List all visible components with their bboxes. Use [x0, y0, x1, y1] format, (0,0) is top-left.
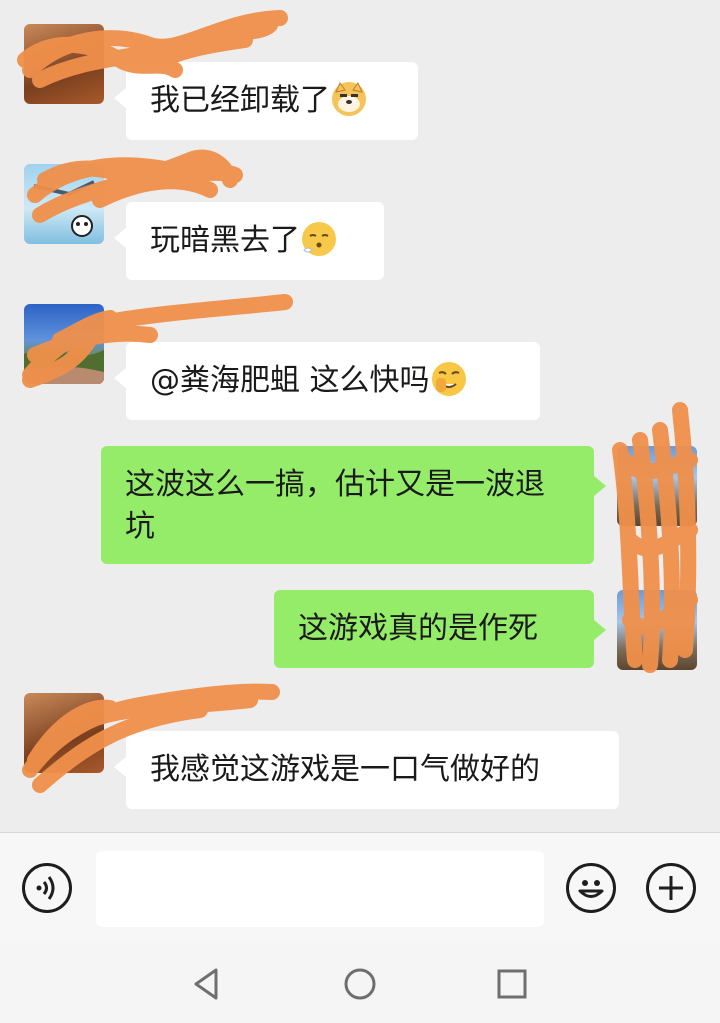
message-bubble-incoming[interactable]: 玩暗黑去了 — [114, 202, 384, 280]
message-bubble-incoming[interactable]: @粪海肥蛆 这么快吗 — [114, 342, 540, 420]
message-bubble-incoming[interactable]: 我感觉这游戏是一口气做好的 — [114, 731, 619, 809]
message-text: 这波这么一搞，估计又是一波退坑 — [125, 467, 545, 544]
nav-home-icon[interactable] — [340, 964, 380, 1004]
emoji-picker-icon[interactable] — [566, 863, 616, 913]
plus-icon[interactable] — [646, 863, 696, 913]
sighing-emoji-icon — [302, 222, 336, 256]
message-input-bar — [0, 832, 720, 941]
facepalm-emoji-icon — [431, 362, 466, 396]
self-avatar[interactable] — [617, 446, 697, 526]
system-navigation-bar — [0, 940, 720, 1023]
message-text: @粪海肥蛆 这么快吗 — [150, 363, 430, 398]
message-input[interactable] — [96, 851, 544, 927]
avatar[interactable] — [24, 304, 104, 384]
message-bubble-outgoing[interactable]: 这波这么一搞，估计又是一波退坑 — [101, 446, 606, 564]
nav-recents-icon[interactable] — [492, 964, 532, 1004]
message-text: 我感觉这游戏是一口气做好的 — [150, 752, 540, 787]
doge-emoji-icon — [332, 82, 366, 116]
voice-input-icon[interactable] — [22, 863, 72, 913]
avatar[interactable] — [24, 24, 104, 104]
message-bubble-outgoing[interactable]: 这游戏真的是作死 — [274, 590, 606, 668]
message-text: 我已经卸载了 — [150, 83, 330, 118]
message-bubble-incoming[interactable]: 我已经卸载了 — [114, 62, 418, 140]
chat-message-list[interactable]: 我已经卸载了 玩暗黑去了 @粪海肥蛆 这么快吗 这波这么一搞，估计又是一波退坑 … — [0, 0, 720, 832]
message-text: 这游戏真的是作死 — [298, 611, 538, 646]
nav-back-icon[interactable] — [188, 964, 228, 1004]
self-avatar[interactable] — [617, 590, 697, 670]
avatar[interactable] — [24, 693, 104, 773]
avatar[interactable] — [24, 164, 104, 244]
message-text: 玩暗黑去了 — [150, 223, 300, 258]
